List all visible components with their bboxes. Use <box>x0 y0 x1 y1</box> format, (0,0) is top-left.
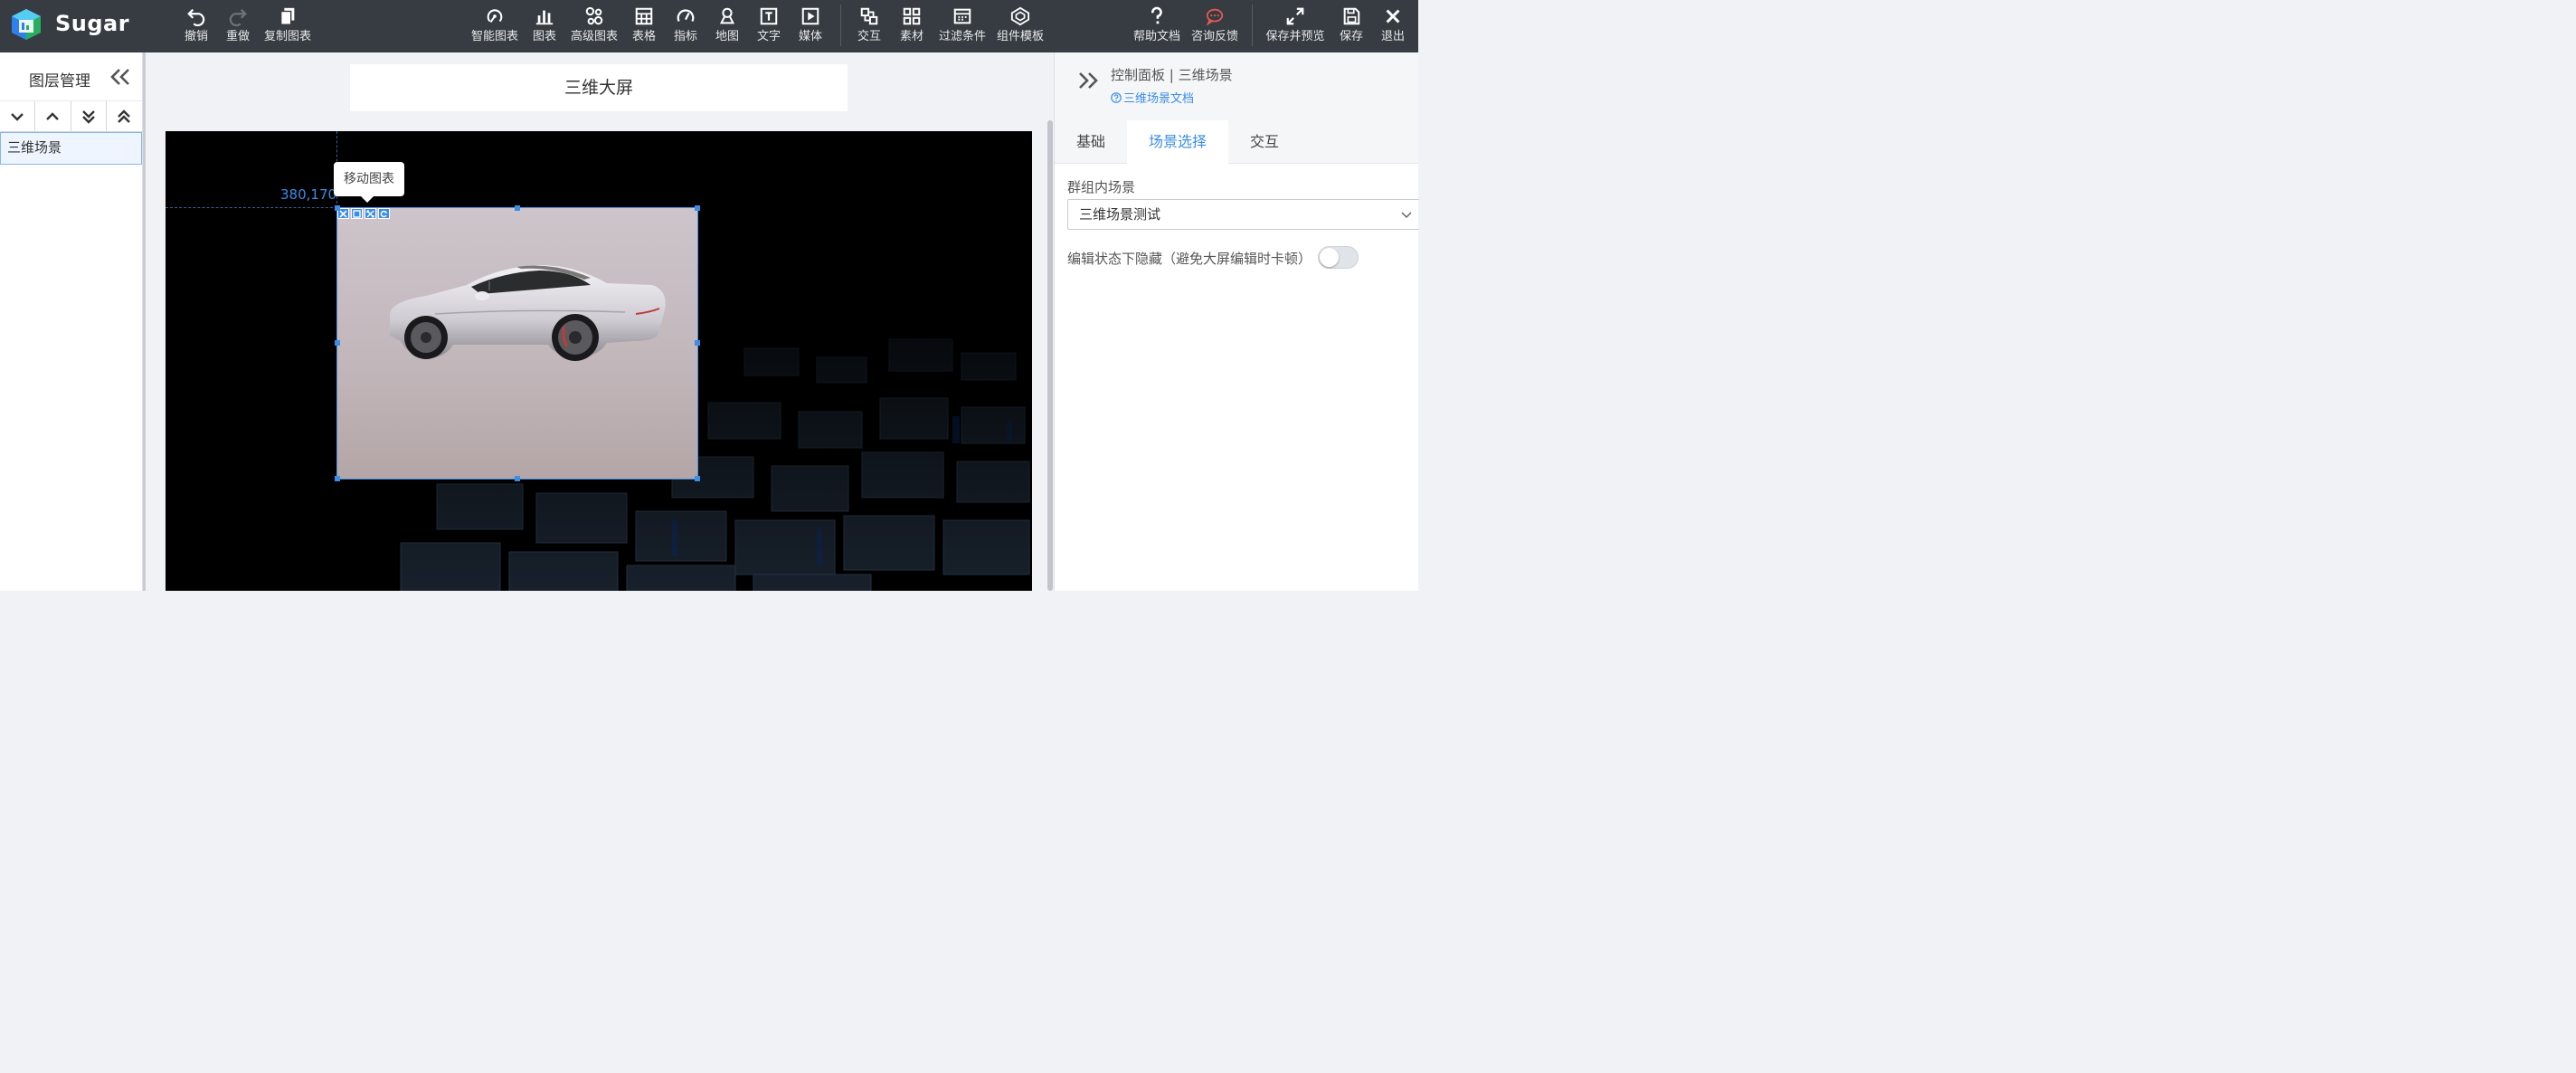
bar-chart-icon <box>534 5 555 27</box>
top-toolbar: Sugar 撤销 重做 复制图表 智能图表 图表 高级图表 表格 指标 地图 文… <box>0 0 1418 52</box>
move-up-button[interactable] <box>35 101 71 132</box>
horizontal-guide-line <box>166 207 337 208</box>
expand-right-icon[interactable] <box>1076 71 1100 90</box>
resize-handle[interactable] <box>695 476 700 481</box>
car-model-image <box>390 265 666 361</box>
layer-order-buttons <box>0 101 142 132</box>
chevron-down-icon <box>11 113 24 121</box>
screen-title[interactable]: 三维大屏 <box>350 64 848 111</box>
fullscreen-icon[interactable] <box>365 208 376 219</box>
undo-icon <box>185 5 207 27</box>
canvas-area: 三维大屏 380,170 移动图表 <box>146 52 1053 591</box>
3d-scene-chart[interactable] <box>335 205 700 481</box>
smart-chart-button[interactable]: 智能图表 <box>469 5 521 49</box>
move-chart-tooltip: 移动图表 <box>334 162 404 203</box>
component-template-button[interactable]: 组件模板 <box>994 5 1046 49</box>
undo-button[interactable]: 撤销 <box>183 5 210 49</box>
sugar-logo-icon <box>12 9 41 40</box>
filter-button[interactable]: 过滤条件 <box>936 5 989 49</box>
save-button[interactable]: 保存 <box>1338 5 1365 49</box>
double-chevron-down-icon <box>81 110 95 124</box>
chart-button[interactable]: 图表 <box>531 5 558 49</box>
scene-field-label: 群组内场景 <box>1067 179 1136 195</box>
layer-panel-title: 图层管理 <box>29 72 90 90</box>
toolbar-divider <box>840 5 841 46</box>
chevron-down-icon <box>1401 212 1412 219</box>
layer-item[interactable]: 三维场景 <box>0 132 142 165</box>
resize-handle[interactable] <box>515 205 520 211</box>
copy-icon <box>277 5 298 27</box>
interaction-button[interactable]: 交互 <box>856 5 883 49</box>
help-icon <box>1146 5 1168 27</box>
control-panel-title: 控制面板 | 三维场景 <box>1111 67 1233 83</box>
map-pin-icon <box>716 5 738 27</box>
material-grid-icon <box>901 5 923 27</box>
exit-button[interactable]: 退出 <box>1379 5 1406 49</box>
resize-handle[interactable] <box>695 205 700 211</box>
text-icon <box>758 5 780 27</box>
scene-doc-link[interactable]: 三维场景文档 <box>1111 89 1194 106</box>
resize-handle[interactable] <box>335 476 340 481</box>
control-panel-tabs: 基础 场景选择 交互 <box>1055 120 1418 164</box>
resize-handle[interactable] <box>335 340 340 346</box>
copy-chart-button[interactable]: 复制图表 <box>262 5 313 49</box>
media-play-icon <box>800 5 821 27</box>
save-preview-button[interactable]: 保存并预览 <box>1264 5 1326 49</box>
gauge-icon <box>675 5 696 27</box>
table-icon <box>633 5 655 27</box>
map-button[interactable]: 地图 <box>714 5 741 49</box>
advanced-chart-button[interactable]: 高级图表 <box>568 5 620 49</box>
close-icon <box>1382 5 1404 27</box>
move-down-button[interactable] <box>0 101 36 132</box>
duplicate-icon[interactable] <box>351 208 363 219</box>
redo-button[interactable]: 重做 <box>224 5 251 49</box>
chart-control-icons <box>337 208 390 219</box>
tab-scene-select[interactable]: 场景选择 <box>1127 120 1229 164</box>
refresh-icon[interactable] <box>378 208 390 219</box>
layer-panel-header: 图层管理 <box>0 52 142 101</box>
move-top-button[interactable] <box>107 101 142 132</box>
feedback-icon <box>1204 5 1226 27</box>
redo-icon <box>227 5 249 27</box>
indicator-button[interactable]: 指标 <box>672 5 699 49</box>
scene-doc-label: 三维场景文档 <box>1123 92 1195 106</box>
resize-handle[interactable] <box>695 340 700 346</box>
control-panel-header: 控制面板 | 三维场景 三维场景文档 <box>1055 52 1418 120</box>
advanced-chart-icon <box>583 5 605 27</box>
scene-select[interactable]: 三维场景测试 <box>1067 199 1419 230</box>
scrollbar-thumb[interactable] <box>1047 120 1053 591</box>
toolbar-divider <box>1252 5 1253 46</box>
resize-handle[interactable] <box>335 205 340 211</box>
tab-interaction[interactable]: 交互 <box>1228 120 1301 164</box>
resize-handle[interactable] <box>515 476 520 481</box>
table-button[interactable]: 表格 <box>630 5 658 49</box>
expand-icon <box>1284 5 1306 27</box>
tab-basic[interactable]: 基础 <box>1055 120 1127 164</box>
big-screen-canvas[interactable]: 380,170 移动图表 <box>166 131 1032 591</box>
hide-in-edit-label: 编辑状态下隐藏（避免大屏编辑时卡顿） <box>1067 251 1312 267</box>
smart-chart-icon <box>484 5 506 27</box>
control-panel: 控制面板 | 三维场景 三维场景文档 基础 场景选择 交互 群组内场景 三维场景… <box>1054 52 1419 591</box>
chevron-up-icon <box>46 112 60 120</box>
feedback-button[interactable]: 咨询反馈 <box>1189 5 1240 49</box>
scene-select-value: 三维场景测试 <box>1079 206 1161 223</box>
help-docs-button[interactable]: 帮助文档 <box>1132 5 1182 49</box>
position-readout: 380,170 <box>280 186 337 203</box>
text-button[interactable]: 文字 <box>755 5 782 49</box>
hide-in-edit-toggle[interactable] <box>1318 246 1359 269</box>
app-name: Sugar <box>55 11 130 36</box>
material-button[interactable]: 素材 <box>898 5 925 49</box>
media-button[interactable]: 媒体 <box>797 5 824 49</box>
toggle-knob <box>1320 248 1339 267</box>
canvas-scrollbar[interactable] <box>1046 52 1054 591</box>
interaction-icon <box>858 5 880 27</box>
component-template-icon <box>1009 5 1031 27</box>
layer-panel: 图层管理 三维场景 <box>0 52 143 591</box>
double-chevron-up-icon <box>118 109 131 123</box>
filter-icon <box>952 5 973 27</box>
move-bottom-button[interactable] <box>71 101 107 132</box>
question-circle-icon <box>1111 91 1122 103</box>
collapse-left-icon[interactable] <box>109 67 132 87</box>
save-icon <box>1340 5 1362 27</box>
